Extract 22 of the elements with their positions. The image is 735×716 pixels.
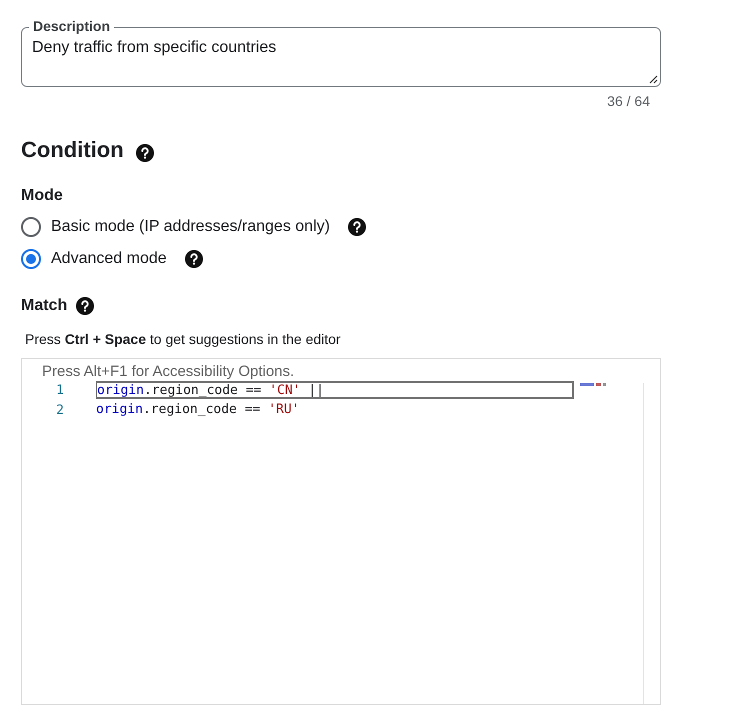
code-editor[interactable]: Press Alt+F1 for Accessibility Options. 1 origin.region_code == 'CN' || 2 origin.region_code == 'RU': [21, 358, 661, 705]
line-number: 2: [55, 402, 65, 418]
help-icon[interactable]: [76, 297, 94, 315]
accessibility-hint: Press Alt+F1 for Accessibility Options.: [42, 363, 296, 380]
radio-label[interactable]: Basic mode (IP addresses/ranges only): [51, 218, 330, 236]
condition-heading: Condition: [21, 137, 124, 163]
help-icon[interactable]: [184, 250, 203, 268]
radio-button[interactable]: [21, 249, 41, 269]
match-label: Match: [21, 297, 68, 315]
help-icon[interactable]: [136, 144, 154, 162]
editor-hint: Press Ctrl + Space to get suggestions in the editor: [25, 331, 342, 347]
resize-grip-icon[interactable]: [648, 74, 658, 84]
radio-label[interactable]: Advanced mode: [51, 250, 167, 268]
line-number: 1: [55, 382, 65, 398]
description-value[interactable]: Deny traffic from specific countries: [32, 39, 632, 57]
description-label: Description: [29, 18, 114, 34]
help-icon[interactable]: [348, 218, 366, 236]
mode-label: Mode: [21, 187, 64, 205]
character-counter: 36 / 64: [606, 93, 651, 109]
radio-button[interactable]: [21, 217, 41, 237]
description-field[interactable]: Description Deny traffic from specific countries: [21, 18, 661, 87]
code-line: origin.region_code == 'RU': [96, 401, 301, 419]
